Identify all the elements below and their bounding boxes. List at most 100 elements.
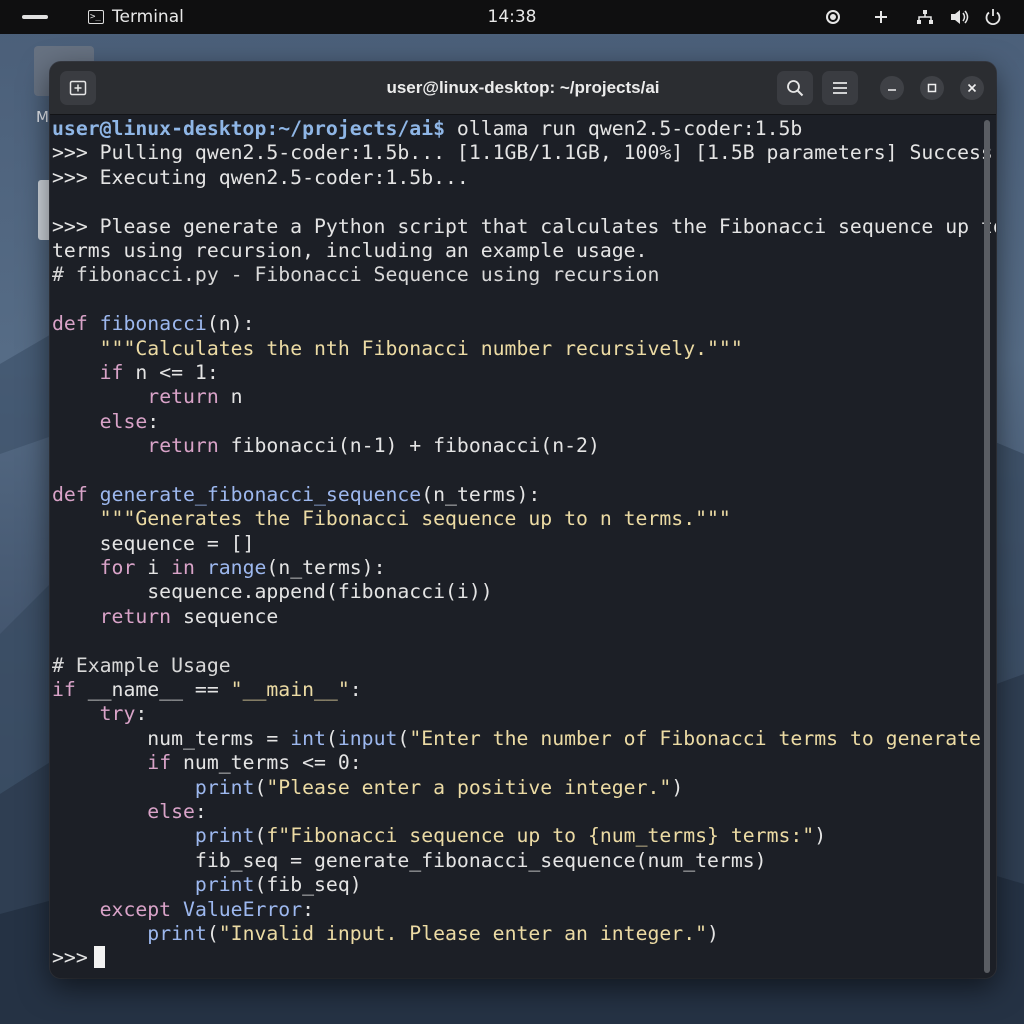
search-button[interactable] [777, 71, 813, 105]
terminal-line: try: [52, 702, 996, 726]
volume-icon [951, 10, 969, 24]
terminal-text-segment: sequence.append(fibonacci(i)) [52, 580, 493, 604]
terminal-text-segment: : [302, 897, 315, 921]
record-icon [826, 10, 840, 24]
minimize-icon [888, 89, 896, 91]
terminal-text-segment: fib_seq = generate_fibonacci_sequence(nu… [52, 848, 767, 872]
terminal-text-segment: # fibonacci.py - Fibonacci Sequence usin… [52, 263, 660, 287]
terminal-prompt: >>> [52, 946, 88, 970]
terminal-text-segment: ) [814, 824, 827, 848]
new-tab-icon [69, 80, 87, 96]
terminal-text-segment: num_terms = [52, 726, 291, 750]
terminal-line: >>> Executing qwen2.5-coder:1.5b... [52, 166, 996, 190]
terminal-line: >>> Pulling qwen2.5-coder:1.5b... [1.1GB… [52, 141, 996, 165]
terminal-text-segment: ) [707, 921, 719, 945]
terminal-text-segment: i [135, 556, 172, 580]
header-bar[interactable]: user@linux-desktop: ~/projects/ai [50, 62, 996, 115]
terminal-text-segment: __name__ == [75, 677, 231, 701]
terminal-line: else: [52, 800, 996, 824]
terminal-text-segment: num_terms <= 0: [171, 751, 362, 775]
terminal-text-segment: : [349, 677, 362, 701]
terminal-text-segment: range [206, 556, 267, 580]
terminal-text-segment: ( [325, 726, 338, 750]
maximize-icon [927, 83, 937, 93]
terminal-text-segment: >>> Executing qwen2.5-coder:1.5b... [52, 165, 469, 189]
new-tab-button[interactable] [60, 71, 96, 105]
terminal-line: # fibonacci.py - Fibonacci Sequence usin… [52, 263, 996, 287]
terminal-text-segment: if [147, 751, 172, 775]
activities-button[interactable] [22, 0, 48, 34]
terminal-line: for i in range(n_terms): [52, 556, 996, 580]
terminal-text-segment: input [337, 726, 398, 750]
terminal-line: sequence.append(fibonacci(i)) [52, 580, 996, 604]
terminal-text-segment: else [99, 409, 148, 433]
app-name: Terminal [112, 7, 184, 27]
plus-icon [875, 11, 887, 23]
menu-button[interactable] [822, 71, 858, 105]
terminal-text-segment: except [99, 897, 172, 921]
terminal-text-segment: in [171, 556, 195, 580]
network-button[interactable] [908, 0, 942, 34]
terminal-text-segment: return [147, 385, 219, 409]
terminal-text-segment: if [52, 677, 76, 701]
volume-button[interactable] [942, 0, 976, 34]
terminal-text-segment: "__main__" [230, 677, 350, 701]
terminal-text-segment: int [290, 726, 326, 750]
terminal-text-segment: fibonacci(n-1) + fibonacci(n-2) [218, 434, 600, 458]
minimize-button[interactable] [880, 76, 904, 100]
terminal-text-segment: def [52, 482, 88, 506]
app-menu[interactable]: >_ Terminal [88, 0, 184, 34]
screen-record-button[interactable] [816, 0, 850, 34]
terminal-text-segment: """Generates the Fibonacci sequence up t… [99, 507, 731, 531]
terminal-text-segment: sequence [171, 604, 279, 628]
terminal-line: def fibonacci(n): [52, 312, 996, 336]
terminal-line: print(f"Fibonacci sequence up to {num_te… [52, 824, 996, 848]
maximize-button[interactable] [920, 76, 944, 100]
close-icon [967, 83, 977, 93]
terminal-text-segment: sequence = [] [52, 531, 255, 555]
terminal-text-segment: else [147, 799, 195, 823]
terminal-text-segment: f"Fibonacci sequence up to {num_terms} t… [266, 824, 815, 848]
add-button[interactable] [864, 0, 898, 34]
close-button[interactable] [960, 76, 984, 100]
terminal-text-segment: terms using recursion, including an exam… [52, 238, 648, 262]
terminal-line: def generate_fibonacci_sequence(n_terms)… [52, 483, 996, 507]
terminal-text-segment: >>> Please generate a Python script that… [52, 214, 996, 238]
hamburger-icon [833, 82, 847, 94]
terminal-text-segment: user@linux-desktop:~/projects/ai$ [52, 117, 446, 140]
terminal-text-segment: ( [206, 921, 219, 945]
terminal-window: user@linux-desktop: ~/projects/ai user@l… [50, 62, 996, 978]
terminal-text-segment: >>> Pulling qwen2.5-coder:1.5b... [1.1GB… [52, 141, 996, 165]
activities-icon [22, 15, 48, 19]
terminal-text-segment: (n): [206, 312, 255, 336]
terminal-line: terms using recursion, including an exam… [52, 239, 996, 263]
terminal-text-segment: (n_terms): [266, 556, 386, 580]
scrollbar[interactable] [984, 120, 990, 973]
terminal-line: # Example Usage [52, 654, 996, 678]
terminal-line: print(fib_seq) [52, 873, 996, 897]
terminal-text-segment: ( [254, 824, 267, 848]
terminal-line: return n [52, 385, 996, 409]
power-button[interactable] [976, 0, 1010, 34]
terminal-output: user@linux-desktop:~/projects/ai$ ollama… [52, 117, 996, 971]
terminal-output-area[interactable]: user@linux-desktop:~/projects/ai$ ollama… [50, 115, 996, 978]
terminal-text-segment: ollama run qwen2.5-coder:1.5b [445, 117, 803, 140]
clock[interactable]: 14:38 [488, 7, 537, 27]
terminal-prompt-line[interactable]: >>> [52, 946, 996, 970]
terminal-text-segment: print [194, 873, 255, 897]
